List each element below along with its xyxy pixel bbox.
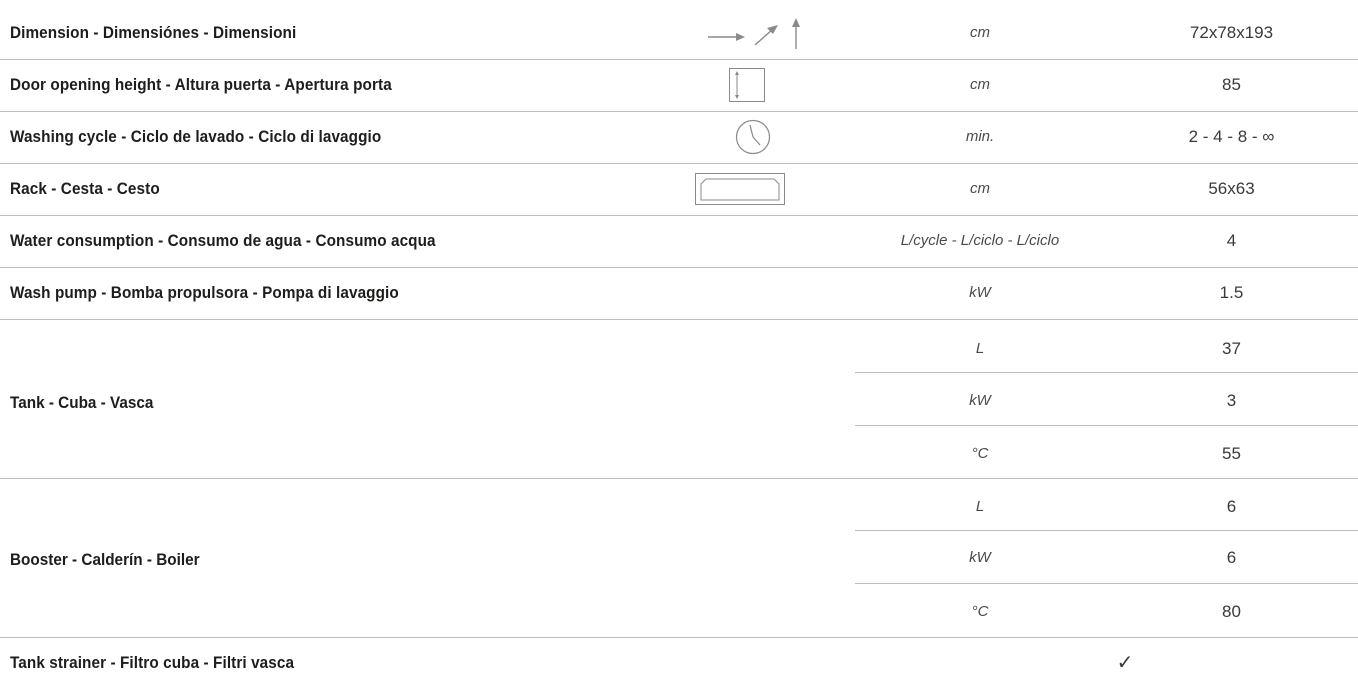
- booster-subrow: °C 80: [0, 586, 1358, 638]
- row-label: Washing cycle - Ciclo de lavado - Ciclo …: [10, 127, 382, 146]
- table-row-dimension: Dimension - Dimensiónes - Dimensioni cm …: [0, 7, 1358, 59]
- row-value: 3: [1226, 391, 1237, 410]
- row-value: 55: [1222, 444, 1241, 463]
- row-unit: kW: [969, 549, 991, 566]
- subrow-divider: [855, 530, 1358, 531]
- row-value: 80: [1222, 602, 1241, 621]
- row-unit: cm: [970, 24, 990, 41]
- row-unit: min.: [965, 128, 995, 145]
- row-unit: °C: [971, 603, 989, 620]
- row-unit: cm: [970, 180, 990, 197]
- row-divider: [0, 478, 1358, 479]
- row-value: 37: [1222, 339, 1241, 358]
- row-value: 72x78x193: [1189, 23, 1274, 42]
- row-label: Door opening height - Altura puerta - Ap…: [10, 75, 392, 94]
- rack-icon: [685, 163, 795, 215]
- booster-subrow: L 6: [0, 481, 1358, 533]
- table-row-wash-pump: Wash pump - Bomba propulsora - Pompa di …: [0, 267, 1358, 319]
- subrow-divider: [855, 425, 1358, 426]
- row-label: Wash pump - Bomba propulsora - Pompa di …: [10, 283, 399, 302]
- row-unit: kW: [969, 392, 991, 409]
- row-label: Rack - Cesta - Cesto: [10, 179, 160, 198]
- subrow-divider: [855, 372, 1358, 373]
- row-divider: [0, 319, 1358, 320]
- row-value: 6: [1226, 497, 1237, 516]
- row-unit: L/cycle - L/ciclo - L/ciclo: [900, 232, 1060, 249]
- row-label: Dimension - Dimensiónes - Dimensioni: [10, 23, 297, 42]
- table-row-rack: Rack - Cesta - Cesto cm 56x63: [0, 163, 1358, 215]
- row-value: 4: [1226, 231, 1237, 250]
- row-value: 85: [1222, 75, 1241, 94]
- row-label: Water consumption - Consumo de agua - Co…: [10, 231, 436, 250]
- spec-table: Dimension - Dimensiónes - Dimensioni cm …: [0, 0, 1358, 685]
- subrow-divider: [855, 583, 1358, 584]
- door-height-icon: [722, 59, 772, 111]
- table-row-door-height: Door opening height - Altura puerta - Ap…: [0, 59, 1358, 111]
- row-unit: L: [975, 340, 985, 357]
- clock-icon: [727, 111, 779, 163]
- row-value: 56x63: [1208, 179, 1255, 198]
- table-row-washing-cycle: Washing cycle - Ciclo de lavado - Ciclo …: [0, 111, 1358, 163]
- row-value: 2 - 4 - 8 - ∞: [1188, 127, 1275, 146]
- row-value: 6: [1226, 548, 1237, 567]
- table-row-tank-strainer: Tank strainer - Filtro cuba - Filtri vas…: [0, 637, 1358, 689]
- tank-subrow: °C 55: [0, 428, 1358, 480]
- row-unit: L: [975, 498, 985, 515]
- row-label: Tank strainer - Filtro cuba - Filtri vas…: [10, 653, 295, 672]
- booster-subrow: kW 6: [0, 532, 1358, 584]
- row-unit: cm: [970, 76, 990, 93]
- checkmark-icon: ✓: [1116, 652, 1134, 674]
- row-unit: °C: [971, 445, 989, 462]
- tank-subrow: kW 3: [0, 375, 1358, 427]
- row-unit: kW: [969, 284, 991, 301]
- tank-subrow: L 37: [0, 323, 1358, 375]
- dimension-arrows-icon: [700, 7, 810, 59]
- row-value: 1.5: [1219, 283, 1244, 302]
- table-row-water-consumption: Water consumption - Consumo de agua - Co…: [0, 215, 1358, 267]
